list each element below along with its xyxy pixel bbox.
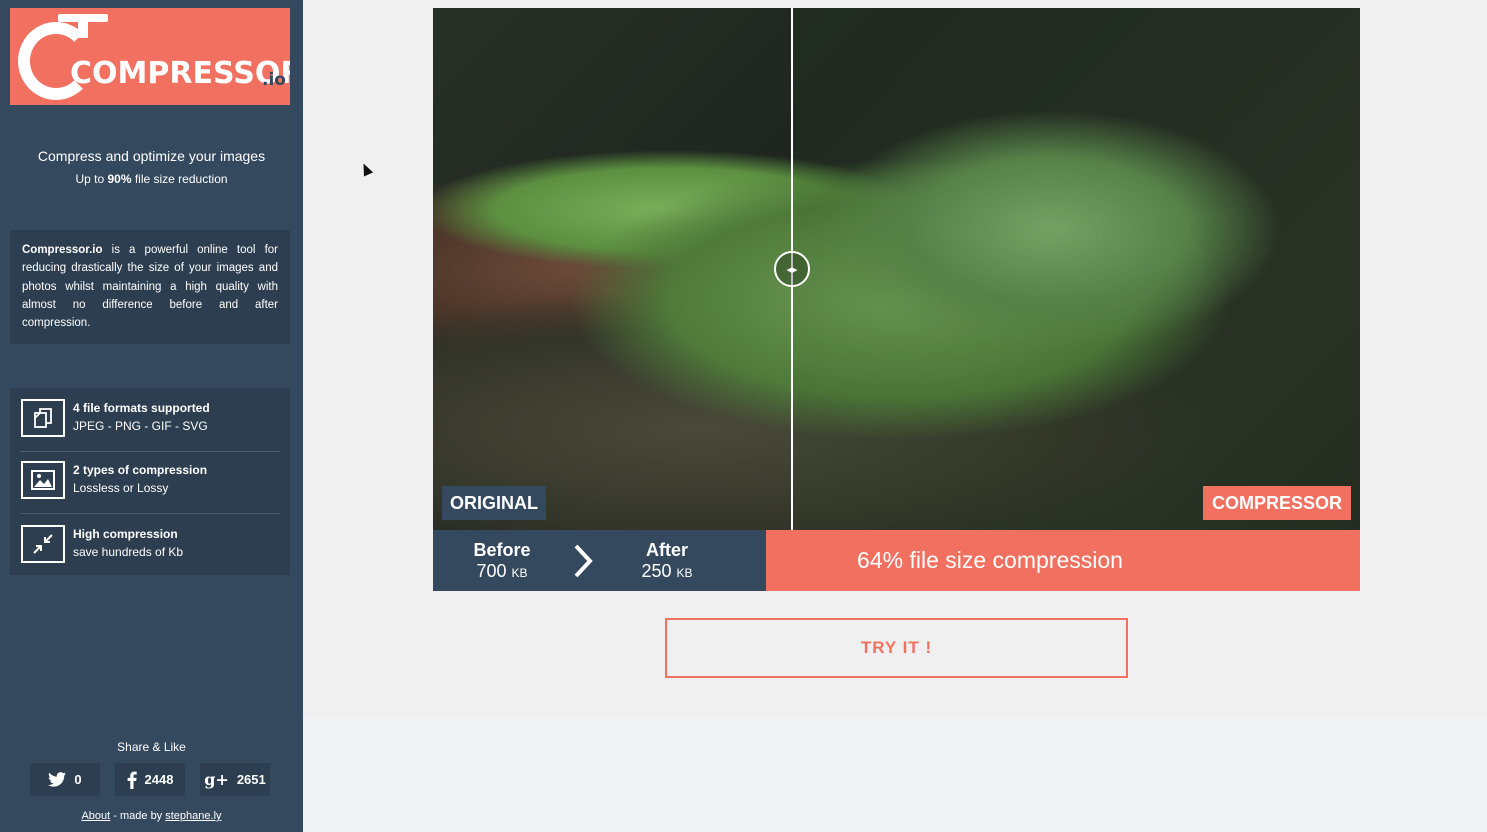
main-bottom-band <box>303 718 1487 832</box>
feature-title: 2 types of compression <box>73 463 208 477</box>
image-icon <box>21 461 65 499</box>
feature-compression-types: 2 types of compression Lossless or Lossy <box>10 450 290 514</box>
sidebar: COMPRESSOR .io Compress and optimize you… <box>0 0 303 832</box>
size-stats: Before 700 KB After 250 KB <box>433 530 766 591</box>
chevron-right-icon <box>574 544 593 578</box>
subtag-percent: 90% <box>107 172 132 186</box>
before-size: 700 KB <box>471 560 533 584</box>
twitter-icon <box>48 772 67 787</box>
footer-made-by: - made by <box>110 810 166 822</box>
drag-arrows-icon: ◂▸ <box>786 262 798 276</box>
slider-handle[interactable]: ◂▸ <box>774 251 810 287</box>
before-value: 700 <box>476 561 507 581</box>
description-text: is a powerful online tool for reducing d… <box>22 244 278 330</box>
description-panel: Compressor.io is a powerful online tool … <box>10 230 290 344</box>
compression-result: 64% file size compression <box>766 530 1360 591</box>
logo-tld: .io <box>262 70 286 90</box>
logo[interactable]: COMPRESSOR .io <box>10 8 290 105</box>
share-title: Share & Like <box>117 740 186 754</box>
compressed-overlay <box>793 8 1360 530</box>
author-link[interactable]: stephane.ly <box>165 810 221 822</box>
feature-title: High compression <box>73 527 178 541</box>
before-title: Before <box>473 540 531 560</box>
gplus-icon: g+ <box>204 770 229 789</box>
try-it-button[interactable]: TRY IT ! <box>665 618 1128 678</box>
subtag-prefix: Up to <box>75 172 108 186</box>
facebook-share-button[interactable]: 2448 <box>115 763 185 796</box>
file-formats-icon <box>21 399 65 437</box>
before-stat: Before 700 KB <box>471 540 533 584</box>
feature-title: 4 file formats supported <box>73 401 210 415</box>
twitter-share-button[interactable]: 0 <box>30 763 100 796</box>
facebook-icon <box>127 771 137 789</box>
tagline: Compress and optimize your images <box>37 148 266 164</box>
mouse-cursor <box>358 161 374 177</box>
logo-text: COMPRESSOR <box>70 56 290 91</box>
after-size: 250 KB <box>636 560 698 584</box>
footer: About - made by stephane.ly <box>0 810 303 822</box>
feature-high-compression: High compression save hundreds of Kb <box>10 514 290 578</box>
after-unit: KB <box>676 566 693 580</box>
feature-subtitle: save hundreds of Kb <box>73 545 184 559</box>
about-link[interactable]: About <box>81 810 110 822</box>
after-value: 250 <box>641 561 672 581</box>
before-unit: KB <box>511 566 528 580</box>
subtagline: Up to 90% file size reduction <box>0 172 303 186</box>
compressor-label: COMPRESSOR <box>1202 486 1351 520</box>
features-panel: 4 file formats supported JPEG - PNG - GI… <box>10 388 290 575</box>
twitter-count: 0 <box>74 772 82 787</box>
facebook-count: 2448 <box>144 772 174 787</box>
subtag-suffix: file size reduction <box>131 172 228 186</box>
gplus-count: 2651 <box>236 772 266 787</box>
description-brand: Compressor.io <box>22 244 103 256</box>
compress-arrows-icon <box>21 525 65 563</box>
after-title: After <box>645 540 688 560</box>
logo-clamp-top <box>58 14 108 22</box>
feature-file-formats: 4 file formats supported JPEG - PNG - GI… <box>10 388 290 452</box>
feature-subtitle: Lossless or Lossy <box>73 481 169 495</box>
original-label: ORIGINAL <box>442 486 546 520</box>
after-stat: After 250 KB <box>636 540 698 584</box>
gplus-share-button[interactable]: g+ 2651 <box>200 763 270 796</box>
image-comparison[interactable]: ◂▸ ORIGINAL COMPRESSOR <box>433 8 1360 530</box>
feature-subtitle: JPEG - PNG - GIF - SVG <box>73 419 208 433</box>
